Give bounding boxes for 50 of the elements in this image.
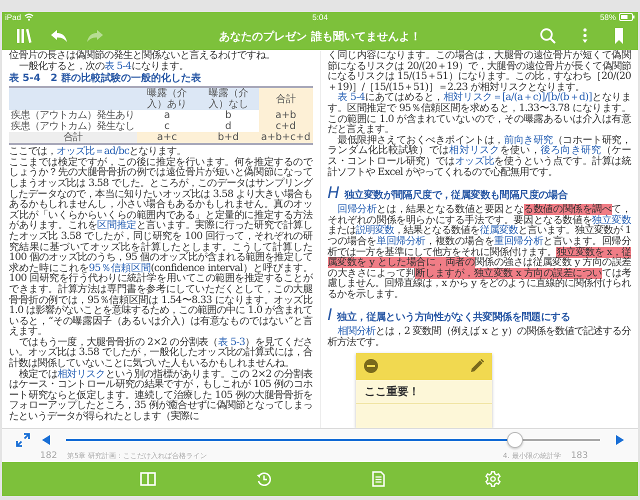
next-triangle-icon[interactable] <box>616 435 624 445</box>
section-letter: H <box>328 184 340 202</box>
device-name: iPad <box>5 12 22 22</box>
table-cell: b <box>198 110 260 122</box>
page-number: 182 <box>40 452 58 461</box>
library-icon[interactable] <box>16 28 32 44</box>
note-text: ここ重要！ <box>356 380 492 404</box>
body-paragraph: 相関分析とは，2 変数間（例えば x と y）の関係を数値で記述する分析方法です。 <box>328 327 631 349</box>
table-cell: 合計 <box>9 132 136 144</box>
battery-icon <box>618 13 635 21</box>
body-paragraph: ここまでは検定ですが，この後に推定を行います。何を推定するのでしょうか？先の大腿骨骨折の例では遠位骨片が短いと偽関節になってしまうオッズ比は 3.58 でした。ところが，このデータはサンプリングしたデータなので，本当に知りたいオッズ比は 3.58 より大きい場合もあるかもしれませんし，小さい場合もあるかもしれません。真のオッズ比が「いくらからいくらの範囲内である」と定量的に推定する方法があります。これを区間推定と言います。実際に行った研究で計算したオッズ比 3.58 でしたが，同じ研究を 100 回行って，それぞれの研究結果に基づいてオッズ比を計算したとします。こうして計算した 100 個のオッズ比のうち，95 個のオッズ比が含まれる範囲を推定して求めた時にこれを95％信頼区間(confidence interval）と呼びます。100 回研究を行う代わりに統計学を用いてこの範囲を推定することができます。計算方法は専門書を参考にしていただくとして，この大腿骨骨折の例では，95％信頼区間は 1.54〜8.33 になります。オッズ比 1.0 は影響がないことを意味するため，この範囲の中に 1.0 が含まれていると，“その曝露因子（あるいは介入）は有意なものではない”と言えます。 <box>9 158 312 338</box>
table-cell: a+b <box>259 110 312 122</box>
document-icon[interactable] <box>372 471 384 487</box>
wifi-icon <box>24 13 34 21</box>
previous-triangle-icon[interactable] <box>42 435 50 445</box>
table-cell: 疾患（アウトカム）発生なし <box>9 121 136 132</box>
table-cell: b+d <box>198 132 260 144</box>
settings-icon[interactable] <box>484 471 500 487</box>
battery-percent: 58% <box>600 12 616 22</box>
slider-thumb[interactable] <box>506 432 523 448</box>
more-icon[interactable] <box>582 28 588 44</box>
body-paragraph: 一般化すると，次の表 5-4になります。 <box>18 62 190 72</box>
two-page-icon[interactable] <box>140 472 156 486</box>
body-paragraph: ではもう一度，大腿骨骨折の 2×2 の分割表（表 5-3）を見てください。オッズ比は 3.58 でしたが，一般化したオッズ比の計算式には，合計数は関係していないことに気づいた人もいるかもしれませんね。 <box>9 338 312 370</box>
search-icon[interactable] <box>540 28 556 44</box>
body-paragraph: 表 5-4にあてはめると，相対リスク＝[a/(a＋c)]/[b/(b＋d)]となります。区間推定で 95％信頼区間を求めると，1.33〜3.78 になります。この範囲に 1.0 が含まれていないので，その曝露あるいは介入は有意だと言えます。 <box>328 93 631 136</box>
clock-time: 5:04 <box>312 12 328 22</box>
section-heading: 独立，従属という方向性がなく共変関係を問題にする <box>337 310 570 324</box>
book-title: あなたのプレゼン 誰も聞いてませんよ！ <box>219 28 421 44</box>
body-paragraph: 検定では相対リスク という別の指標があります。この 2×2 の分割表はケース・コントロール研究の結果ですが，もしこれが 105 例のコホート研究ならと仮定します。連続して治療した 105 例の大腿骨骨折をフォローアップしたところ，35 例が癒合せずに偽関節となってしまったというデータが得られたとします（実際に <box>9 370 312 423</box>
section-letter: I <box>328 306 332 324</box>
history-icon[interactable] <box>256 471 272 487</box>
table-cell: 疾患（アウトカム）発生あり <box>9 110 136 122</box>
table-caption: 表 5-4 2 群の比較試験の一般的化した表 <box>9 73 202 86</box>
minus-circle-icon[interactable] <box>364 359 378 374</box>
table-cell: c <box>136 121 198 132</box>
table-cell: c+d <box>259 121 312 132</box>
bookmark-icon[interactable] <box>614 28 624 44</box>
table-cell: a <box>136 110 198 122</box>
section-heading: 独立変数が間隔尺度で，従属変数も間隔尺度の場合 <box>344 188 568 202</box>
expand-icon[interactable] <box>16 433 30 447</box>
table-cell: a+b+c+d <box>259 132 312 144</box>
body-paragraph: 最低限押さえておくべきポイントは，前向き研究（コホート研究，ランダム化比較試験）では相対リスク を使い，後ろ向き研究（ケース・コントロール研究）ではオッズ比を使うという点です。計算は統計ソフトや Excel がやってくれるので心配無用です。 <box>328 136 631 178</box>
body-paragraph: ここでは，オッズ比＝ad/bcとなります。 <box>9 147 186 158</box>
column-header: 合計 <box>259 87 312 110</box>
back-arrow-icon[interactable] <box>50 29 68 43</box>
pencil-icon[interactable] <box>470 359 484 374</box>
page-number: 183 <box>570 452 588 461</box>
table-cell: d <box>198 121 260 132</box>
table-cell: a+c <box>136 132 198 144</box>
